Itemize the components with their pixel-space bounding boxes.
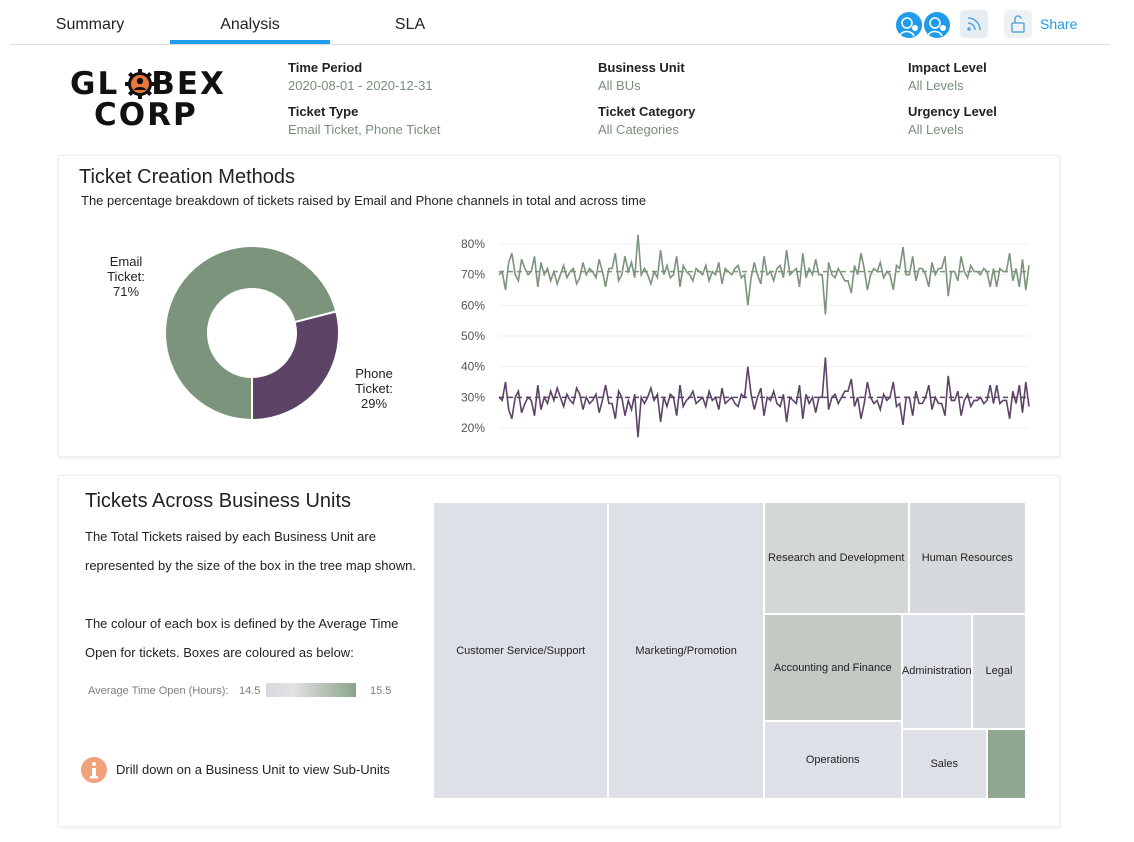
percentage-line-chart: 80% 70% 60% 50% 40% 30% 20%	[461, 234, 1030, 438]
legend-gradient	[266, 683, 356, 697]
legend-min: 14.5	[239, 685, 261, 697]
label-line: Ticket:	[107, 269, 145, 284]
filter-label: Time Period	[288, 60, 363, 75]
phone-ticket-label: Phone Ticket: 29%	[347, 366, 401, 411]
legend-max: 15.5	[370, 685, 392, 697]
filter-label: Ticket Type	[288, 104, 359, 119]
label-line: Email	[109, 254, 143, 269]
filter-time-period[interactable]: Time Period 2020-08-01 - 2020-12-31	[288, 60, 433, 93]
ticket-creation-card: Ticket Creation Methods The percentage b…	[58, 155, 1060, 457]
top-navigation: Summary Analysis SLA Share	[10, 0, 1110, 45]
share-button[interactable]: Share	[1040, 16, 1077, 32]
filter-label: Business Unit	[598, 60, 685, 75]
unlock-icon[interactable]	[1004, 10, 1032, 38]
card-title: Tickets Across Business Units	[85, 490, 352, 512]
filter-urgency-level[interactable]: Urgency Level All Levels	[908, 104, 997, 137]
filter-ticket-category[interactable]: Ticket Category All Categories	[598, 104, 695, 137]
label-line: Phone	[355, 366, 393, 381]
info-icon	[81, 757, 107, 783]
y-tick-label: 20%	[461, 421, 485, 435]
y-tick-label: 30%	[461, 390, 485, 404]
treemap-cell-legal[interactable]: Legal	[971, 614, 1026, 729]
toolbar: Share	[896, 10, 1086, 40]
color-legend: Average Time Open (Hours): 14.5 15.5	[88, 681, 398, 701]
treemap-cell-other[interactable]	[986, 728, 1026, 799]
business-unit-treemap: Customer Service/Support Marketing/Promot…	[433, 502, 1026, 799]
filter-value: Email Ticket, Phone Ticket	[288, 122, 441, 137]
globex-corp-logo: GL BEX CORP	[70, 64, 224, 134]
filter-impact-level[interactable]: Impact Level All Levels	[908, 60, 987, 93]
treemap-cell-research-and-development[interactable]: Research and Development	[763, 502, 909, 615]
filter-value: All Levels	[908, 78, 964, 93]
filter-value: All BUs	[598, 78, 641, 93]
email-ticket-label: Email Ticket: 71%	[99, 254, 153, 299]
tab-sla[interactable]: SLA	[330, 0, 490, 42]
treemap-cell-accounting-and-finance[interactable]: Accounting and Finance	[763, 614, 902, 722]
filter-value: 2020-08-01 - 2020-12-31	[288, 78, 433, 93]
legend-label: Average Time Open (Hours):	[88, 685, 229, 697]
rss-icon[interactable]	[960, 10, 988, 38]
user-avatar-icon[interactable]	[896, 12, 922, 38]
filter-value: All Levels	[908, 122, 964, 137]
y-tick-label: 50%	[461, 329, 485, 343]
filter-label: Urgency Level	[908, 104, 997, 119]
filter-label: Ticket Category	[598, 104, 696, 119]
y-tick-label: 70%	[461, 268, 485, 282]
treemap-description: The Total Tickets raised by each Busines…	[85, 529, 416, 573]
logo-text: CORP	[94, 97, 198, 133]
filter-business-unit[interactable]: Business Unit All BUs	[598, 60, 685, 93]
user-avatar-icon[interactable]	[924, 12, 950, 38]
label-line: Ticket:	[355, 381, 393, 396]
business-units-card: Tickets Across Business Units The Total …	[58, 475, 1060, 827]
label-value: 71%	[112, 284, 140, 299]
donut-chart	[164, 245, 340, 422]
phone-ticket-slice[interactable]	[251, 310, 340, 422]
gear-icon	[125, 69, 155, 99]
treemap-cell-operations[interactable]: Operations	[763, 721, 902, 799]
card-title: Ticket Creation Methods	[79, 166, 296, 188]
y-tick-label: 80%	[461, 237, 485, 251]
card-subtitle: The percentage breakdown of tickets rais…	[81, 193, 647, 208]
filter-label: Impact Level	[908, 60, 987, 75]
treemap-cell-marketing-promotion[interactable]: Marketing/Promotion	[608, 502, 764, 799]
treemap-cell-human-resources[interactable]: Human Resources	[908, 502, 1026, 615]
label-value: 29%	[360, 396, 388, 411]
filter-ticket-type[interactable]: Ticket Type Email Ticket, Phone Ticket	[288, 104, 440, 137]
drill-down-hint: Drill down on a Business Unit to view Su…	[116, 762, 390, 777]
color-description: The colour of each box is defined by the…	[85, 616, 399, 660]
tab-analysis[interactable]: Analysis	[170, 0, 330, 44]
y-tick-label: 40%	[461, 360, 485, 374]
treemap-cell-sales[interactable]: Sales	[901, 728, 987, 799]
filter-value: All Categories	[598, 122, 679, 137]
treemap-cell-administration[interactable]: Administration	[901, 614, 972, 729]
treemap-cell-customer-service-support[interactable]: Customer Service/Support	[433, 502, 609, 799]
tab-summary[interactable]: Summary	[10, 0, 170, 42]
y-tick-label: 60%	[461, 298, 485, 312]
